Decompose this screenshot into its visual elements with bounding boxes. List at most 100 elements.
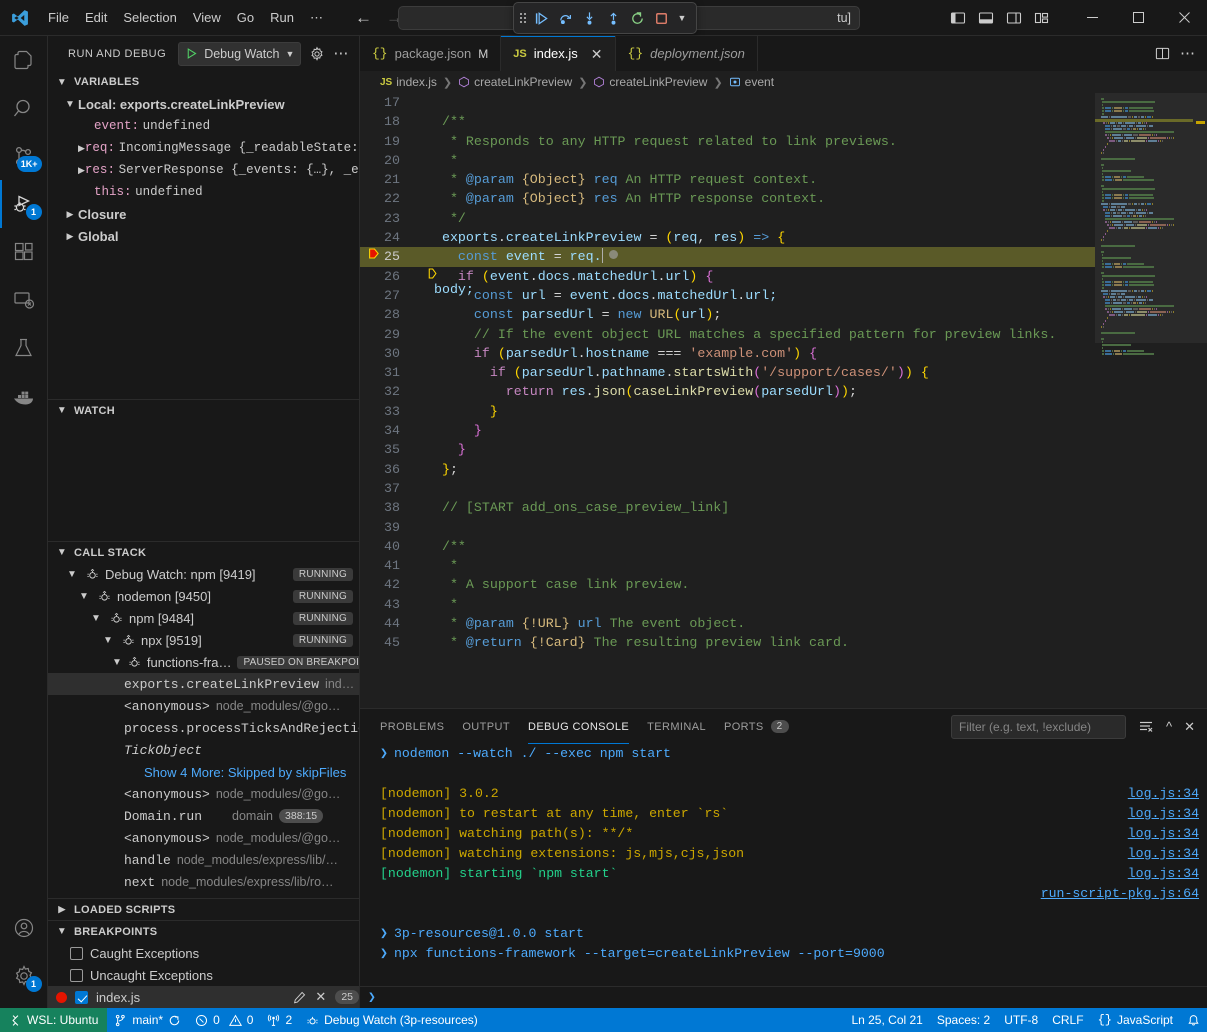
edit-breakpoint-pencil-icon[interactable] [293, 991, 306, 1004]
code-line[interactable]: const event = req. body; [422, 247, 1095, 266]
gutter-line[interactable]: 42 [360, 575, 422, 594]
variable-row[interactable]: ▶ req: IncomingMessage {_readableState:… [48, 137, 359, 159]
console-source-link[interactable]: log.js:34 [1128, 804, 1199, 824]
callstack-frame[interactable]: exports.createLinkPreview ind… [48, 673, 359, 695]
console-filter-input[interactable]: Filter (e.g. text, !exclude) [951, 715, 1126, 739]
editor-scrollbar[interactable] [1193, 93, 1207, 708]
gutter-line[interactable]: 20 [360, 151, 422, 170]
callstack-frame[interactable]: process.processTicksAndRejections [48, 717, 359, 739]
chevron-down-icon[interactable]: ▼ [76, 591, 92, 602]
code-content[interactable]: /** * Responds to any HTTP request relat… [422, 93, 1095, 708]
window-close-button[interactable] [1161, 0, 1207, 36]
variable-row[interactable]: this: undefined [48, 181, 359, 203]
breakpoint-uncaught-exceptions[interactable]: Uncaught Exceptions [48, 964, 359, 986]
activity-settings[interactable]: 1 [0, 952, 48, 1000]
gutter-line[interactable]: 21 [360, 170, 422, 189]
tab-close-icon[interactable]: ✕ [591, 47, 603, 61]
variable-group-closure[interactable]: ▶ Closure [48, 203, 359, 225]
status-notifications[interactable] [1180, 1008, 1207, 1032]
code-line[interactable]: /** [422, 112, 1095, 131]
gutter-line[interactable]: 37 [360, 479, 422, 498]
gutter-line[interactable]: 18 [360, 112, 422, 131]
console-source-link[interactable]: log.js:34 [1128, 864, 1199, 884]
callstack-frame[interactable]: handle node_modules/express/lib/… [48, 849, 359, 871]
code-line[interactable]: } [422, 402, 1095, 421]
console-source-link[interactable]: log.js:34 [1128, 824, 1199, 844]
tab-index-js[interactable]: JS index.js ✕ [501, 36, 615, 71]
line-number-gutter[interactable]: 1718192021222324252627282930313233343536… [360, 93, 422, 708]
code-line[interactable]: const url = event.docs.matchedUrl.url; [422, 286, 1095, 305]
breakpoint-caught-exceptions[interactable]: Caught Exceptions [48, 942, 359, 964]
activity-search[interactable] [0, 84, 48, 132]
variable-row[interactable]: ▶ res: ServerResponse {_events: {…}, _e… [48, 159, 359, 181]
activity-testing[interactable] [0, 324, 48, 372]
gutter-line[interactable]: 33 [360, 402, 422, 421]
console-source-link[interactable]: main.js:48 [1120, 984, 1199, 986]
status-debug-session[interactable]: Debug Watch (3p-resources) [299, 1008, 485, 1032]
debug-restart-icon[interactable] [626, 7, 648, 29]
debug-console-output[interactable]: ❯nodemon --watch ./ --exec npm start[nod… [360, 744, 1207, 986]
editor-more-actions-icon[interactable]: ⋯ [1180, 50, 1195, 58]
breakpoints-header[interactable]: ▼ BREAKPOINTS [48, 920, 359, 942]
breakpoint-index-js[interactable]: index.js ✕ 25 [48, 986, 359, 1008]
status-branch[interactable]: main* [107, 1008, 188, 1032]
gutter-line[interactable]: 27 [360, 286, 422, 305]
sync-icon[interactable] [168, 1014, 181, 1027]
close-panel-icon[interactable]: ✕ [1184, 719, 1195, 735]
menu-edit[interactable]: Edit [77, 6, 115, 29]
checkbox[interactable] [70, 969, 83, 982]
callstack-show-more[interactable]: Show 4 More: Skipped by skipFiles [48, 761, 359, 783]
breadcrumb-file[interactable]: JS index.js [380, 75, 437, 89]
chevron-down-icon[interactable]: ▼ [100, 635, 116, 646]
code-line[interactable]: * @return {!Card} The resulting preview … [422, 633, 1095, 652]
code-line[interactable] [422, 518, 1095, 537]
code-line[interactable] [422, 93, 1095, 112]
chevron-down-icon[interactable]: ▼ [112, 657, 122, 668]
checkbox[interactable] [75, 991, 88, 1004]
console-source-link[interactable]: log.js:34 [1128, 844, 1199, 864]
minimap[interactable] [1095, 93, 1207, 708]
code-line[interactable]: * @param {!URL} url The event object. [422, 614, 1095, 633]
chevron-right-icon[interactable]: ▶ [78, 143, 85, 154]
code-line[interactable] [422, 479, 1095, 498]
code-line[interactable]: if (event.docs.matchedUrl.url) { [422, 267, 1095, 286]
activity-remote-explorer[interactable] [0, 276, 48, 324]
breakpoint-arrow-icon[interactable] [368, 247, 381, 260]
split-editor-icon[interactable] [1155, 46, 1170, 61]
chevron-down-icon[interactable]: ▼ [285, 49, 294, 59]
callstack-thread[interactable]: ▼ npx [9519] RUNNING [48, 629, 359, 651]
tab-package-json[interactable]: {} package.json M [360, 36, 501, 71]
start-debug-icon[interactable] [185, 47, 198, 60]
code-line[interactable]: * @param {Object} res An HTTP response c… [422, 189, 1095, 208]
chevron-down-icon[interactable]: ▼ [64, 569, 80, 580]
checkbox[interactable] [70, 947, 83, 960]
clear-console-icon[interactable] [1138, 719, 1154, 735]
callstack-frame[interactable]: Domain.run domain 388:15 [48, 805, 359, 827]
code-line[interactable]: } [422, 421, 1095, 440]
activity-accounts[interactable] [0, 904, 48, 952]
debug-step-over-icon[interactable] [555, 7, 577, 29]
debug-toolbar-dropdown-icon[interactable]: ▼ [674, 7, 690, 29]
watch-section-header[interactable]: ▼ WATCH [48, 399, 359, 421]
gutter-line[interactable]: 19 [360, 132, 422, 151]
toggle-panel-icon[interactable] [973, 6, 999, 30]
variable-row[interactable]: event: undefined [48, 115, 359, 137]
menu-run[interactable]: Run [262, 6, 302, 29]
chevron-down-icon[interactable]: ▼ [88, 613, 104, 624]
variables-section-header[interactable]: ▼ VARIABLES [48, 71, 359, 93]
code-line[interactable]: * @param {Object} req An HTTP request co… [422, 170, 1095, 189]
status-editor-position[interactable]: Ln 25, Col 21 [844, 1008, 929, 1032]
status-eol[interactable]: CRLF [1045, 1008, 1090, 1032]
code-line[interactable]: * Responds to any HTTP request related t… [422, 132, 1095, 151]
debug-settings-gear-icon[interactable] [309, 46, 325, 62]
activity-explorer[interactable] [0, 36, 48, 84]
variable-group-global[interactable]: ▶ Global [48, 225, 359, 247]
window-minimize-button[interactable] [1069, 0, 1115, 36]
tab-deployment-json[interactable]: {} deployment.json [616, 36, 758, 71]
callstack-thread[interactable]: ▼ npm [9484] RUNNING [48, 607, 359, 629]
breadcrumb-symbol[interactable]: event [729, 75, 774, 89]
status-indentation[interactable]: Spaces: 2 [930, 1008, 997, 1032]
code-line[interactable]: * [422, 556, 1095, 575]
gutter-line[interactable]: 23 [360, 209, 422, 228]
variable-scope-row[interactable]: ▼ Local: exports.createLinkPreview [48, 93, 359, 115]
